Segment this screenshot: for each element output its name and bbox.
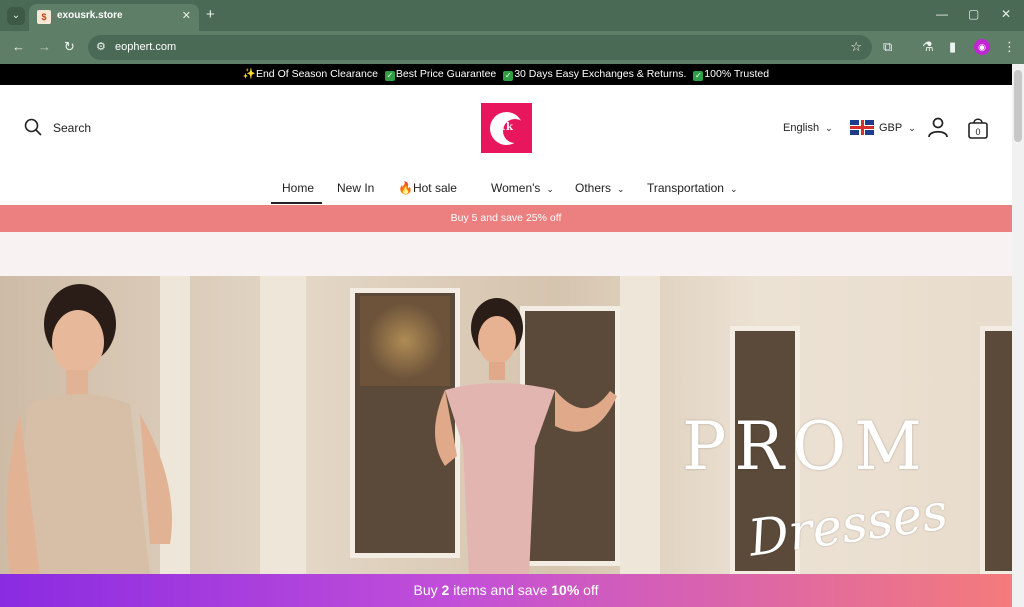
check-icon: ✓ [384,71,395,81]
model-center-image [435,298,617,576]
nav-item-womens[interactable]: Women's ⌄ [491,181,554,195]
tab-search-chevron-icon[interactable]: ⌄ [7,7,25,25]
side-panel-icon[interactable]: ▮ [949,39,956,55]
announcement-clearance: ✨End Of Season Clearance [242,68,378,80]
extensions-puzzle-icon[interactable]: ⧉ [883,39,892,55]
nav-item-hot-sale[interactable]: 🔥Hot sale [398,181,457,195]
account-icon[interactable] [927,116,949,138]
hero-window [980,326,1012,576]
main-navigation: Home New In 🔥Hot sale Women's ⌄ Others ⌄ T… [0,177,1012,205]
store-logo[interactable]: 1k [481,103,532,153]
nav-item-home[interactable]: Home [282,181,314,195]
language-selector[interactable]: English ⌄ [783,122,833,134]
hero-banner[interactable]: PROM Dresses [0,276,1012,576]
browser-tab-strip: ⌄ $ exousrk.store ✕ + — ▢ ✕ [0,0,1024,31]
labs-flask-icon[interactable]: ⚗ [922,39,934,55]
site-favicon-icon: $ [37,10,51,24]
bottom-promo-pct: 10% [551,582,580,598]
nav-transportation-label: Transportation [647,181,724,195]
hero-title: PROM [682,408,930,485]
url-text: eophert.com [115,41,177,53]
browser-toolbar: ← → ↻ ⚙ eophert.com ☆ ⧉ ⚗ ▮ ◉ ⋮ [0,31,1024,64]
bottom-promo-prefix: Buy [413,582,442,598]
nav-item-transportation[interactable]: Transportation ⌄ [647,181,737,195]
language-label: English [783,122,820,134]
tab-title: exousrk.store [57,10,123,21]
section-spacer [0,232,1012,276]
nav-womens-label: Women's [491,181,541,195]
logo-text: 1k [499,122,513,133]
check-icon: ✓ [503,71,514,81]
new-tab-plus-icon[interactable]: + [206,6,215,23]
maximize-icon[interactable]: ▢ [968,7,979,21]
nav-item-new-in[interactable]: New In [337,181,374,195]
announcement-trusted: 100% Trusted [704,68,770,80]
nav-hot-sale-label: 🔥Hot sale [398,181,457,195]
announcement-exchanges: 30 Days Easy Exchanges & Returns. [514,68,687,80]
profile-avatar-icon[interactable]: ◉ [974,39,990,55]
model-left-image [6,284,172,576]
check-icon: ✓ [693,71,704,81]
search-icon[interactable] [24,118,42,136]
nav-others-label: Others [575,181,612,195]
currency-selector[interactable]: GBP ⌄ [879,122,916,134]
currency-label: GBP [879,122,903,134]
announcement-bar: ✨End Of Season Clearance ✓ Best Price Gua… [0,64,1012,85]
web-page: ✨End Of Season Clearance ✓ Best Price Gua… [0,64,1012,607]
promo-bar[interactable]: Buy 5 and save 25% off [0,205,1012,232]
chevron-down-icon: ⌄ [617,184,625,194]
chevron-down-icon: ⌄ [908,123,916,133]
uk-flag-icon[interactable] [850,120,874,135]
address-bar[interactable]: ⚙ eophert.com ☆ [88,35,872,60]
cart-count: 0 [975,127,980,137]
tab-close-icon[interactable]: ✕ [182,9,191,22]
search-label[interactable]: Search [53,121,91,135]
bottom-promo-bar[interactable]: Buy 2 items and save 10% off [0,574,1012,607]
minimize-icon[interactable]: — [936,7,948,21]
reload-icon[interactable]: ↻ [64,39,75,55]
nav-item-others[interactable]: Others ⌄ [575,181,625,195]
bookmark-star-icon[interactable]: ☆ [850,39,862,55]
browser-menu-icon[interactable]: ⋮ [1003,39,1016,55]
window-close-icon[interactable]: ✕ [1001,7,1011,21]
nav-active-underline [271,202,322,204]
cart-bag-icon[interactable]: 0 [967,116,989,140]
site-header: Search 1k English ⌄ GBP ⌄ 0 [0,85,1012,181]
hero-pillar [620,276,660,576]
chevron-down-icon: ⌄ [729,184,738,194]
scrollbar-thumb[interactable] [1014,70,1022,142]
chevron-down-icon: ⌄ [546,184,554,194]
page-scrollbar[interactable] [1012,64,1024,607]
bottom-promo-suffix: off [579,582,599,598]
bottom-promo-middle: items and save [449,582,552,598]
announcement-price: Best Price Guarantee [395,68,497,80]
chevron-down-icon: ⌄ [825,123,833,133]
back-arrow-icon[interactable]: ← [12,39,25,54]
forward-arrow-icon[interactable]: → [38,39,51,54]
hero-pillar [260,276,306,576]
site-info-icon[interactable]: ⚙ [96,40,106,53]
browser-tab[interactable]: $ exousrk.store ✕ [29,4,199,31]
